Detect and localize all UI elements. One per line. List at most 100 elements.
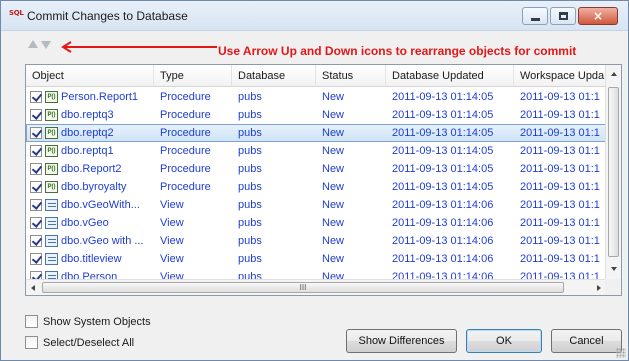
toolbar: Use Arrow Up and Down icons to rearrange… [1,32,628,62]
red-pointer-arrow-icon [61,41,217,53]
procedure-icon: P() [45,163,58,175]
view-icon [45,217,58,229]
column-header-object[interactable]: Object [26,65,154,87]
table-row[interactable]: P() dbo.reptq1 Procedure pubs New 2011-09-13 … [26,142,606,160]
objects-grid[interactable]: Object Type Database Status Database Upd… [25,64,622,296]
workspace-updated-cell: 2011-09-13 01:1 [520,91,600,103]
row-checkbox[interactable] [30,217,42,229]
row-checkbox[interactable] [30,253,42,265]
object-name-cell: Person.Report1 [61,91,139,103]
scroll-left-icon[interactable] [31,285,35,291]
database-cell: pubs [238,199,262,211]
database-cell: pubs [238,253,262,265]
scroll-up-icon[interactable] [611,72,617,76]
database-updated-cell: 2011-09-13 01:14:06 [392,253,494,265]
status-cell: New [322,199,345,211]
database-updated-cell: 2011-09-13 01:14:05 [392,163,494,175]
database-updated-cell: 2011-09-13 01:14:06 [392,217,494,229]
horizontal-scroll-thumb[interactable]: III [42,282,564,293]
object-name-cell: dbo.reptq2 [61,127,114,139]
database-updated-cell: 2011-09-13 01:14:05 [392,145,494,157]
database-updated-cell: 2011-09-13 01:14:05 [392,91,494,103]
table-row[interactable]: P() Person.Report1 Procedure pubs New 2011-09… [26,88,606,106]
scroll-down-icon[interactable] [611,267,617,271]
database-cell: pubs [238,217,262,229]
row-checkbox[interactable] [30,91,42,103]
grid-rows: P() Person.Report1 Procedure pubs New 2011-09… [26,88,606,295]
sql-app-icon: SQL [9,9,25,23]
show-system-objects-checkbox[interactable] [25,315,38,328]
close-button[interactable]: × [578,7,618,25]
table-row[interactable]: P() dbo.Report2 Procedure pubs New 2011-09-13… [26,160,606,178]
object-name-cell: dbo.titleview [61,253,122,265]
minimize-button[interactable] [522,7,548,25]
object-name-cell: dbo.vGeo with ... [61,235,144,247]
table-row[interactable]: dbo.vGeoWith... View pubs New 2011-09-13 01:… [26,196,606,214]
column-header-database[interactable]: Database [232,65,316,87]
type-cell: Procedure [160,163,211,175]
type-cell: View [160,217,184,229]
title-bar[interactable]: SQL Commit Changes to Database × [1,1,628,31]
select-deselect-all-checkbox[interactable] [25,336,38,349]
database-cell: pubs [238,91,262,103]
maximize-icon [559,12,568,20]
show-differences-button[interactable]: Show Differences [346,329,457,353]
vertical-scroll-thumb[interactable] [608,87,619,257]
workspace-updated-cell: 2011-09-13 01:1 [520,109,600,121]
view-icon [45,199,58,211]
table-row[interactable]: dbo.vGeo with ... View pubs New 2011-09-13 0… [26,232,606,250]
column-header-type[interactable]: Type [154,65,232,87]
show-system-objects-label: Show System Objects [43,315,151,328]
table-row[interactable]: dbo.titleview View pubs New 2011-09-13 01:14… [26,250,606,268]
row-checkbox[interactable] [30,199,42,211]
procedure-icon: P() [45,181,58,193]
status-cell: New [322,91,345,103]
select-deselect-all-label: Select/Deselect All [43,336,135,349]
row-checkbox[interactable] [30,109,42,121]
minimize-icon [531,18,540,21]
vertical-scrollbar[interactable] [605,65,621,279]
workspace-updated-cell: 2011-09-13 01:1 [520,235,600,247]
view-icon [45,235,58,247]
show-system-objects-option[interactable]: Show System Objects [25,315,151,328]
type-cell: Procedure [160,91,211,103]
table-row[interactable]: P() dbo.reptq2 Procedure pubs New 2011-09-13 … [26,124,606,142]
type-cell: Procedure [160,145,211,157]
column-header-status[interactable]: Status [316,65,386,87]
table-row[interactable]: P() dbo.byroyalty Procedure pubs New 2011-09-… [26,178,606,196]
column-header-database-updated[interactable]: Database Updated [386,65,514,87]
status-cell: New [322,235,345,247]
scroll-right-icon[interactable] [597,285,601,291]
table-row[interactable]: dbo.vGeo View pubs New 2011-09-13 01:14:06 20… [26,214,606,232]
cancel-button[interactable]: Cancel [551,329,622,353]
view-icon [45,253,58,265]
app-icon-label: SQL [9,9,24,17]
horizontal-scrollbar[interactable]: III [26,279,606,295]
type-cell: Procedure [160,109,211,121]
row-checkbox[interactable] [30,181,42,193]
object-name-cell: dbo.byroyalty [61,181,127,193]
move-down-icon[interactable] [41,41,51,49]
row-checkbox[interactable] [30,163,42,175]
ok-button[interactable]: OK [466,329,542,353]
type-cell: Procedure [160,181,211,193]
object-name-cell: dbo.vGeoWith... [61,199,140,211]
workspace-updated-cell: 2011-09-13 01:1 [520,181,600,193]
maximize-button[interactable] [550,7,576,25]
row-checkbox[interactable] [30,127,42,139]
database-updated-cell: 2011-09-13 01:14:05 [392,127,494,139]
row-checkbox[interactable] [30,145,42,157]
workspace-updated-cell: 2011-09-13 01:1 [520,217,600,229]
row-checkbox[interactable] [30,235,42,247]
status-cell: New [322,217,345,229]
workspace-updated-cell: 2011-09-13 01:1 [520,253,600,265]
status-cell: New [322,253,345,265]
type-cell: View [160,199,184,211]
move-up-icon[interactable] [28,40,38,48]
select-deselect-all-option[interactable]: Select/Deselect All [25,336,134,349]
resize-grip-icon[interactable] [616,348,626,358]
column-header-workspace-updated[interactable]: Workspace Upda [514,65,606,87]
table-row[interactable]: P() dbo.reptq3 Procedure pubs New 2011-09-13 … [26,106,606,124]
database-cell: pubs [238,163,262,175]
annotation-text: Use Arrow Up and Down icons to rearrange… [218,44,577,58]
